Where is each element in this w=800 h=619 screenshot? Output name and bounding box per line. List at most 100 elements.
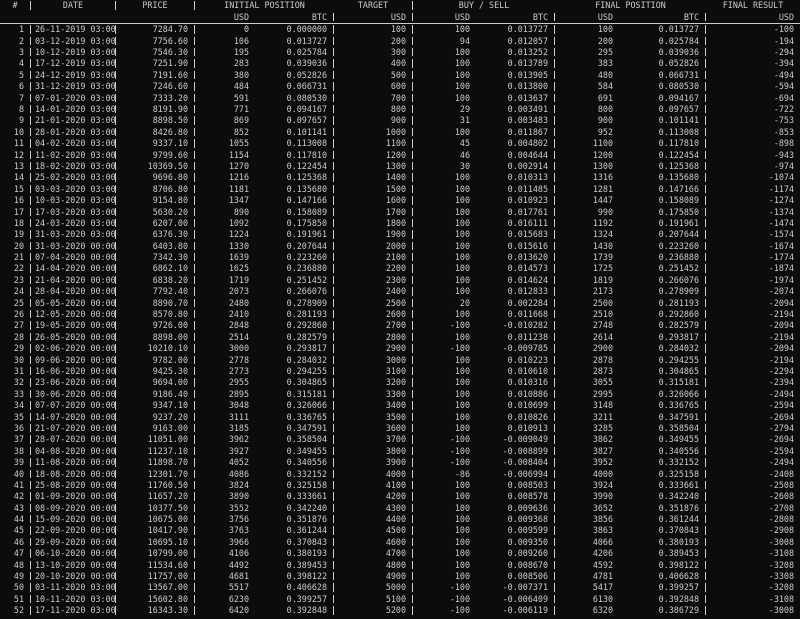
row-buy-usd: -100 xyxy=(449,606,470,615)
row-buy-btc: 0.010923 xyxy=(476,196,555,205)
row-final-usd: 1100 xyxy=(592,139,613,148)
subheader-initial-btc: BTC xyxy=(255,12,334,22)
row-buy-btc: 0.010699 xyxy=(476,401,555,410)
row-price: 6207.00 xyxy=(116,218,195,228)
row-initial-usd: 3000 xyxy=(228,344,249,353)
row-buy-usd: 100 xyxy=(454,70,470,80)
row-price: 9154.80 xyxy=(116,196,195,205)
row-buy-btc: 0.008503 xyxy=(476,480,555,490)
row-date: 26-05-2020 00:00 xyxy=(31,332,116,342)
row-final-btc: 0.117810 xyxy=(619,139,706,148)
row-final-usd: 1725 xyxy=(592,264,613,273)
row-initial-btc: 0.175850 xyxy=(255,218,334,228)
row-initial-usd: 3048 xyxy=(228,401,249,410)
table-row: 42 01-09-2020 00:00 11657.20 3890 0.333661 42… xyxy=(0,491,800,502)
row-date: 20-10-2020 00:00 xyxy=(31,572,116,581)
row-target: 4600 xyxy=(334,537,413,547)
row-number: 26 xyxy=(0,310,31,319)
table-row: 26 12-05-2020 00:00 8570.80 2410 0.281193 260… xyxy=(0,309,800,320)
row-initial-usd: 1216 xyxy=(228,173,249,182)
row-number: 16 xyxy=(0,196,31,205)
row-date: 07-01-2020 03:00 xyxy=(31,93,116,103)
row-target: 1200 xyxy=(334,150,413,159)
row-final-result: -1774 xyxy=(768,253,794,262)
row-final-btc: 0.223260 xyxy=(619,241,706,251)
row-number: 23 xyxy=(0,275,31,285)
row-number: 11 xyxy=(0,139,31,148)
row-final-result: -2074 xyxy=(768,287,794,296)
row-date: 01-09-2020 00:00 xyxy=(31,492,116,501)
row-buy-btc: 0.008578 xyxy=(476,492,555,501)
row-final-result: -594 xyxy=(773,82,794,91)
row-target: 3800 xyxy=(334,446,413,456)
row-final-usd: 295 xyxy=(597,48,613,57)
row-buy-usd: 100 xyxy=(454,275,470,285)
row-final-usd: 952 xyxy=(597,127,613,137)
row-date: 13-10-2020 00:00 xyxy=(31,560,116,570)
row-final-usd: 6320 xyxy=(592,606,613,615)
row-number: 13 xyxy=(0,161,31,171)
row-final-result: -294 xyxy=(773,48,794,57)
row-final-result: -694 xyxy=(773,93,794,103)
row-final-usd: 6130 xyxy=(592,594,613,604)
row-initial-usd: 1625 xyxy=(228,264,249,273)
row-final-usd: 2500 xyxy=(592,298,613,308)
row-initial-usd: 4492 xyxy=(228,560,249,570)
row-initial-btc: 0.292860 xyxy=(255,321,334,330)
table-row: 33 30-06-2020 00:00 9186.40 2895 0.315181 330… xyxy=(0,388,800,399)
row-final-usd: 3827 xyxy=(592,446,613,456)
row-buy-btc: 0.008670 xyxy=(476,560,555,570)
row-buy-btc: 0.002914 xyxy=(476,161,555,171)
row-final-result: -1274 xyxy=(768,196,794,205)
table-row: 40 18-08-2020 00:00 12301.70 4086 0.332152 40… xyxy=(0,468,800,479)
row-final-usd: 1739 xyxy=(592,253,613,262)
row-buy-usd: 29 xyxy=(459,105,470,114)
row-initial-btc: 0.361244 xyxy=(255,526,334,535)
row-number: 30 xyxy=(0,355,31,364)
table-row: 50 03-11-2020 03:00 13567.00 5517 0.406628 50… xyxy=(0,582,800,593)
row-final-result: -2494 xyxy=(768,458,794,467)
row-buy-usd: 100 xyxy=(454,93,470,103)
row-price: 8898.50 xyxy=(116,116,195,125)
row-buy-btc: 0.011485 xyxy=(476,184,555,194)
row-final-result: -3008 xyxy=(768,606,794,615)
row-initial-btc: 0.113008 xyxy=(255,139,334,148)
row-buy-btc: -0.007371 xyxy=(476,583,555,592)
row-target: 500 xyxy=(334,70,413,80)
row-final-btc: 0.361244 xyxy=(619,515,706,524)
row-final-result: -100 xyxy=(773,25,794,34)
row-final-result: -3008 xyxy=(768,537,794,547)
row-initial-usd: 3962 xyxy=(228,435,249,444)
row-buy-usd: 100 xyxy=(454,207,470,216)
row-date: 10-03-2020 03:00 xyxy=(31,196,116,205)
row-final-result: -1174 xyxy=(768,184,794,194)
row-buy-usd: 100 xyxy=(454,480,470,490)
row-final-usd: 383 xyxy=(597,59,613,68)
row-final-btc: 0.347591 xyxy=(619,412,706,421)
row-target: 2800 xyxy=(334,332,413,342)
row-initial-btc: 0.284032 xyxy=(255,355,334,364)
row-date: 28-04-2020 00:00 xyxy=(31,287,116,296)
row-date: 17-12-2019 03:00 xyxy=(31,59,116,68)
row-buy-usd: 100 xyxy=(454,230,470,239)
row-initial-usd: 106 xyxy=(233,36,249,46)
row-initial-btc: 0.351876 xyxy=(255,515,334,524)
row-buy-usd: 100 xyxy=(454,549,470,558)
row-buy-btc: 0.017761 xyxy=(476,207,555,216)
row-initial-btc: 0.125368 xyxy=(255,173,334,182)
table-row: 49 20-10-2020 00:00 11757.00 4681 0.398122 49… xyxy=(0,571,800,582)
table-row: 14 25-02-2020 03:00 9696.80 1216 0.125368 140… xyxy=(0,172,800,183)
row-target: 900 xyxy=(334,116,413,125)
row-target: 4200 xyxy=(334,492,413,501)
row-price: 10210.10 xyxy=(116,344,195,353)
table-row: 37 28-07-2020 00:00 11051.00 3962 0.358504 37… xyxy=(0,434,800,445)
row-initial-usd: 3966 xyxy=(228,537,249,547)
row-target: 2100 xyxy=(334,253,413,262)
row-initial-usd: 2410 xyxy=(228,310,249,319)
row-final-btc: 0.304865 xyxy=(619,366,706,376)
row-number: 46 xyxy=(0,537,31,547)
header-final-result: FINAL RESULT xyxy=(722,1,784,10)
row-price: 9337.10 xyxy=(116,139,195,148)
row-price: 10369.50 xyxy=(116,161,195,171)
row-buy-usd: 100 xyxy=(454,173,470,182)
